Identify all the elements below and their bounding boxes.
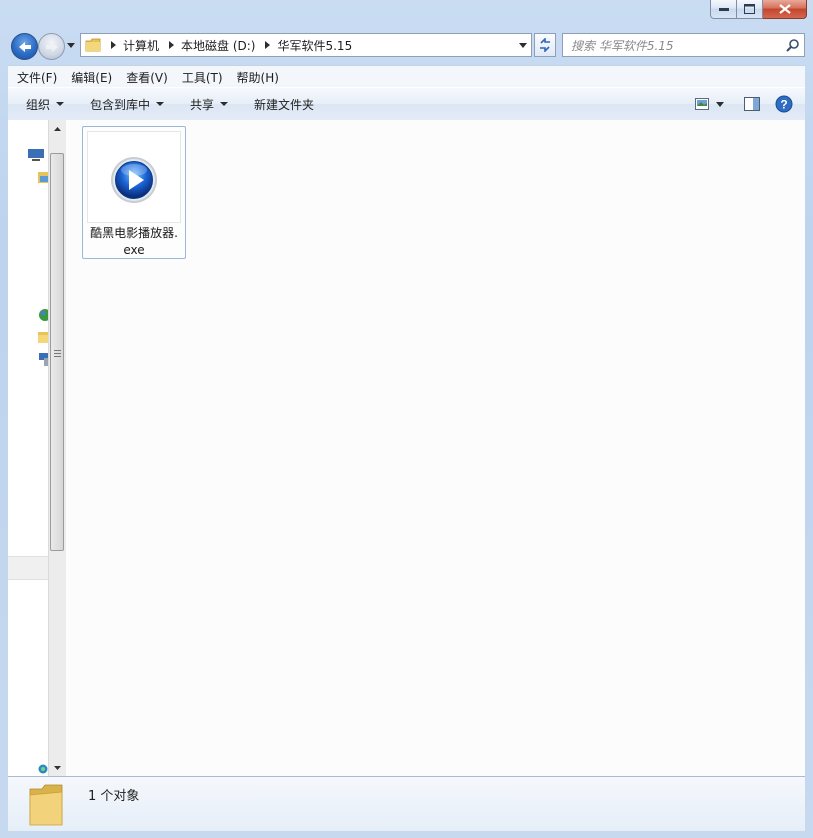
- minimize-button[interactable]: [710, 0, 737, 19]
- search-box[interactable]: 搜索 华军软件5.15: [562, 33, 805, 57]
- chevron-down-icon: [220, 102, 229, 106]
- organize-label: 组织: [26, 97, 51, 112]
- search-placeholder: 搜索 华军软件5.15: [571, 38, 674, 53]
- svg-text:?: ?: [780, 98, 787, 112]
- scroll-down-button[interactable]: [49, 759, 66, 776]
- file-name-label: 酷黑电影播放器. exe: [83, 225, 185, 259]
- organize-button[interactable]: 组织: [18, 92, 72, 116]
- folder-icon: [29, 784, 63, 826]
- menu-bar: 文件(F) 编辑(E) 查看(V) 工具(T) 帮助(H): [8, 65, 805, 88]
- menu-tools[interactable]: 工具(T): [177, 69, 228, 86]
- address-dropdown-button[interactable]: [515, 34, 531, 56]
- file-name-line-2: exe: [123, 243, 145, 257]
- command-bar: 组织 包含到库中 共享 新建文件夹 ?: [8, 87, 805, 121]
- chevron-down-icon: [156, 102, 165, 106]
- recent-pages-button[interactable]: [66, 40, 76, 50]
- address-bar[interactable]: 计算机 本地磁盘 (D:) 华军软件5.15: [80, 33, 532, 57]
- navigation-pane: [8, 120, 49, 776]
- help-button[interactable]: ?: [773, 93, 795, 115]
- chevron-down-icon: [54, 765, 61, 770]
- chevron-down-icon: [56, 102, 65, 106]
- file-item[interactable]: 酷黑电影播放器. exe: [82, 126, 186, 259]
- breadcrumb-local-disk[interactable]: 本地磁盘 (D:): [177, 37, 261, 54]
- search-icon[interactable]: [786, 38, 800, 52]
- breadcrumb-separator-icon[interactable]: [107, 41, 119, 49]
- include-in-library-button[interactable]: 包含到库中: [82, 92, 172, 116]
- view-options-button[interactable]: [713, 93, 727, 115]
- breadcrumb-separator-icon[interactable]: [165, 41, 177, 49]
- share-button[interactable]: 共享: [182, 92, 236, 116]
- scrollbar-grip-icon: [54, 350, 61, 357]
- scroll-up-button[interactable]: [49, 120, 66, 137]
- explorer-window: 计算机 本地磁盘 (D:) 华军软件5.15 搜索 华军软件5.15 文件(F): [0, 0, 813, 838]
- caption-buttons: [710, 0, 807, 20]
- back-button[interactable]: [11, 33, 38, 60]
- navigation-scrollbar[interactable]: [48, 120, 66, 776]
- homegroup-icon[interactable]: [38, 764, 48, 774]
- item-count: 1 个对象: [88, 789, 140, 804]
- file-name-line-1: 酷黑电影播放器.: [90, 226, 178, 240]
- refresh-icon: [540, 38, 550, 52]
- menu-view[interactable]: 查看(V): [121, 69, 173, 86]
- chevron-up-icon: [54, 126, 61, 131]
- close-button[interactable]: [763, 0, 807, 19]
- refresh-button[interactable]: [534, 33, 556, 57]
- new-folder-button[interactable]: 新建文件夹: [246, 92, 322, 116]
- breadcrumb-separator-icon[interactable]: [261, 41, 273, 49]
- view-icon: [695, 98, 709, 110]
- new-folder-label: 新建文件夹: [254, 97, 315, 112]
- forward-arrow-icon: [45, 41, 58, 52]
- maximize-button[interactable]: [737, 0, 763, 19]
- minimize-icon: [718, 8, 729, 11]
- view-controls: ?: [685, 92, 795, 116]
- include-in-library-label: 包含到库中: [90, 97, 151, 112]
- forward-button[interactable]: [38, 33, 65, 60]
- help-icon: ?: [775, 95, 793, 113]
- scrollbar-thumb[interactable]: [50, 153, 64, 551]
- menu-edit[interactable]: 编辑(E): [66, 69, 117, 86]
- file-list-area[interactable]: 酷黑电影播放器. exe: [66, 120, 805, 776]
- chevron-down-icon: [716, 101, 724, 107]
- chevron-down-icon: [67, 42, 75, 48]
- breadcrumb-current-folder[interactable]: 华军软件5.15: [273, 37, 358, 54]
- desktop-icon[interactable]: [28, 148, 44, 162]
- preview-pane-icon: [744, 97, 760, 111]
- share-label: 共享: [190, 97, 215, 112]
- preview-pane-button[interactable]: [741, 93, 763, 115]
- navigation-pane-selection: [8, 556, 48, 580]
- details-pane: 1 个对象: [8, 776, 805, 831]
- navigation-row: 计算机 本地磁盘 (D:) 华军软件5.15 搜索 华军软件5.15: [8, 31, 805, 60]
- menu-file[interactable]: 文件(F): [12, 69, 62, 86]
- breadcrumb-computer[interactable]: 计算机: [119, 37, 165, 54]
- close-icon: [778, 4, 791, 14]
- change-view-button[interactable]: [691, 93, 713, 115]
- menu-help[interactable]: 帮助(H): [232, 69, 284, 86]
- chevron-down-icon: [519, 42, 527, 48]
- file-thumbnail: [87, 131, 181, 223]
- maximize-icon: [744, 4, 755, 14]
- back-arrow-icon: [18, 41, 31, 52]
- media-player-icon: [111, 157, 157, 203]
- folder-icon: [85, 38, 101, 52]
